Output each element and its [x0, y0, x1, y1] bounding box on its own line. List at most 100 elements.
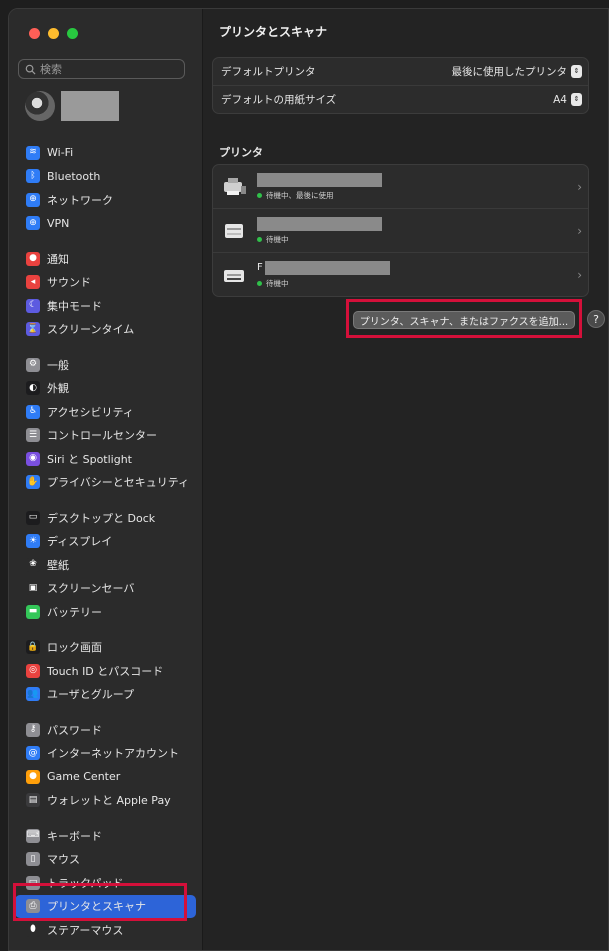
sidebar-item-label: Bluetooth	[47, 169, 101, 183]
default-printer-row: デフォルトプリンタ 最後に使用したプリンタ ⇕	[213, 58, 588, 85]
sidebar-item-bluetooth[interactable]: ᛒ Bluetooth	[9, 165, 202, 189]
printer-row[interactable]: 待機中、最後に使用 ›	[213, 165, 588, 208]
mouse-icon: ▯	[26, 852, 40, 867]
sidebar-item-users[interactable]: 👥 ユーザとグループ	[9, 683, 202, 707]
sidebar: 検索 ≋ Wi-Fi ᛒ Bluetooth ⊕ ネットワーク ⊕ VPN ● 通知 ◂ サウンド ☾ 集…	[9, 9, 203, 950]
sidebar-item-siri[interactable]: ◉ Siri と Spotlight	[9, 447, 202, 471]
search-icon	[25, 64, 36, 75]
sidebar-item-mouse[interactable]: ▯ マウス	[9, 848, 202, 872]
sidebar-item-screensaver[interactable]: ▣ スクリーンセーバ	[9, 577, 202, 601]
sidebar-item-label: Wi-Fi	[47, 146, 74, 160]
sidebar-item-label: Siri と Spotlight	[47, 452, 132, 466]
sidebar-item-wifi[interactable]: ≋ Wi-Fi	[9, 141, 202, 165]
minimize-window-button[interactable]	[48, 28, 59, 39]
sidebar-item-label: パスワード	[47, 723, 102, 737]
printer-row[interactable]: 待機中 ›	[213, 208, 588, 252]
bell-icon: ●	[26, 251, 40, 266]
sidebar-item-label: バッテリー	[47, 605, 102, 619]
sidebar-item-steermouse[interactable]: ⬮ ステアーマウス	[9, 918, 202, 942]
sidebar-group: ● 通知 ◂ サウンド ☾ 集中モード ⌛ スクリーンタイム	[9, 247, 202, 341]
window-controls	[29, 28, 78, 39]
sidebar-item-label: ロック画面	[47, 641, 102, 655]
sidebar-item-label: VPN	[47, 216, 70, 230]
key-icon: ⚷	[26, 722, 40, 737]
sidebar-item-label: ディスプレイ	[47, 535, 113, 549]
printer-row[interactable]: F 待機中 ›	[213, 252, 588, 296]
sidebar-item-label: ステアーマウス	[47, 923, 124, 937]
sidebar-item-dock[interactable]: ▭ デスクトップと Dock	[9, 506, 202, 530]
chevron-right-icon: ›	[577, 223, 582, 238]
page-title: プリンタとスキャナ	[219, 25, 328, 39]
printer-icon	[221, 264, 247, 286]
sidebar-item-bell[interactable]: ● 通知	[9, 247, 202, 271]
printer-name-redacted	[257, 172, 382, 187]
default-paper-select[interactable]: A4 ⇕	[553, 93, 582, 106]
sidebar-item-gear[interactable]: ⚙ 一般	[9, 353, 202, 377]
zoom-window-button[interactable]	[67, 28, 78, 39]
apple-account[interactable]	[25, 91, 119, 121]
sidebar-item-label: Game Center	[47, 770, 121, 784]
hand-icon: ✋	[26, 475, 40, 490]
screensaver-icon: ▣	[26, 581, 40, 596]
hourglass-icon: ⌛	[26, 322, 40, 337]
sidebar-item-battery[interactable]: ▬ バッテリー	[9, 600, 202, 624]
settings-window: 検索 ≋ Wi-Fi ᛒ Bluetooth ⊕ ネットワーク ⊕ VPN ● 通知 ◂ サウンド ☾ 集…	[8, 8, 609, 951]
printer-icon	[221, 176, 247, 198]
default-paper-label: デフォルトの用紙サイズ	[221, 94, 337, 106]
globe-icon: ⊕	[26, 192, 40, 207]
status-dot-icon	[257, 192, 262, 198]
sidebar-item-lock[interactable]: 🔒 ロック画面	[9, 636, 202, 660]
game-center-icon: ●	[26, 769, 40, 784]
sidebar-item-vpn[interactable]: ⊕ VPN	[9, 212, 202, 236]
fingerprint-icon: ◎	[26, 663, 40, 678]
sidebar-item-label: 壁紙	[47, 558, 69, 572]
close-window-button[interactable]	[29, 28, 40, 39]
sidebar-group: ⚙ 一般 ◐ 外観 ♿ アクセシビリティ ☰ コントロールセンター ◉ Siri と Spotli…	[9, 353, 202, 494]
display-icon: ☀	[26, 534, 40, 549]
sidebar-item-wallpaper[interactable]: ❀ 壁紙	[9, 553, 202, 577]
sidebar-item-fingerprint[interactable]: ◎ Touch ID とパスコード	[9, 659, 202, 683]
steermouse-icon: ⬮	[26, 922, 40, 937]
sidebar-group: ⚷ パスワード @ インターネットアカウント ● Game Center ▤ ウォレットと A…	[9, 718, 202, 812]
add-printer-button[interactable]: プリンタ、スキャナ、またはファクスを追加...	[353, 311, 575, 329]
sidebar-item-speaker[interactable]: ◂ サウンド	[9, 271, 202, 295]
sidebar-item-hand[interactable]: ✋ プライバシーとセキュリティ	[9, 471, 202, 495]
help-button[interactable]: ?	[587, 310, 605, 328]
printer-icon	[221, 220, 247, 242]
printer-name-redacted	[264, 260, 390, 275]
default-printer-label: デフォルトプリンタ	[221, 66, 316, 78]
sidebar-item-hourglass[interactable]: ⌛ スクリーンタイム	[9, 318, 202, 342]
sidebar-item-label: 外観	[47, 382, 69, 396]
defaults-card: デフォルトプリンタ 最後に使用したプリンタ ⇕ デフォルトの用紙サイズ A4 ⇕	[212, 57, 589, 114]
dock-icon: ▭	[26, 510, 40, 525]
sidebar-item-moon[interactable]: ☾ 集中モード	[9, 294, 202, 318]
sidebar-item-globe[interactable]: ⊕ ネットワーク	[9, 188, 202, 212]
default-printer-select[interactable]: 最後に使用したプリンタ ⇕	[452, 64, 582, 79]
at-icon: @	[26, 746, 40, 761]
battery-icon: ▬	[26, 604, 40, 619]
sidebar-item-game-center[interactable]: ● Game Center	[9, 765, 202, 789]
sidebar-item-keyboard[interactable]: ⌨ キーボード	[9, 824, 202, 848]
sidebar-item-label: 集中モード	[47, 299, 102, 313]
sidebar-item-display[interactable]: ☀ ディスプレイ	[9, 530, 202, 554]
search-input[interactable]: 検索	[18, 59, 185, 79]
siri-icon: ◉	[26, 451, 40, 466]
sidebar-item-key[interactable]: ⚷ パスワード	[9, 718, 202, 742]
chevron-right-icon: ›	[577, 267, 582, 282]
sidebar-item-at[interactable]: @ インターネットアカウント	[9, 742, 202, 766]
appearance-icon: ◐	[26, 381, 40, 396]
sidebar-item-wallet[interactable]: ▤ ウォレットと Apple Pay	[9, 789, 202, 813]
sidebar-item-accessibility[interactable]: ♿ アクセシビリティ	[9, 400, 202, 424]
chevron-updown-icon: ⇕	[571, 93, 582, 106]
printer-list: 待機中、最後に使用 › 待機中 › F 待機中 ›	[212, 164, 589, 297]
sidebar-group: 🔒 ロック画面 ◎ Touch ID とパスコード 👥 ユーザとグループ	[9, 636, 202, 707]
search-placeholder: 検索	[40, 63, 62, 76]
avatar	[25, 91, 55, 121]
sidebar-item-appearance[interactable]: ◐ 外観	[9, 377, 202, 401]
sidebar-item-label: ネットワーク	[47, 193, 113, 207]
sidebar-item-control-center[interactable]: ☰ コントロールセンター	[9, 424, 202, 448]
chevron-updown-icon: ⇕	[571, 65, 582, 78]
bluetooth-icon: ᛒ	[26, 169, 40, 184]
sidebar-item-label: プライバシーとセキュリティ	[47, 476, 190, 490]
sidebar-nav: ≋ Wi-Fi ᛒ Bluetooth ⊕ ネットワーク ⊕ VPN ● 通知 ◂ サウンド ☾ 集中モー…	[9, 141, 202, 950]
